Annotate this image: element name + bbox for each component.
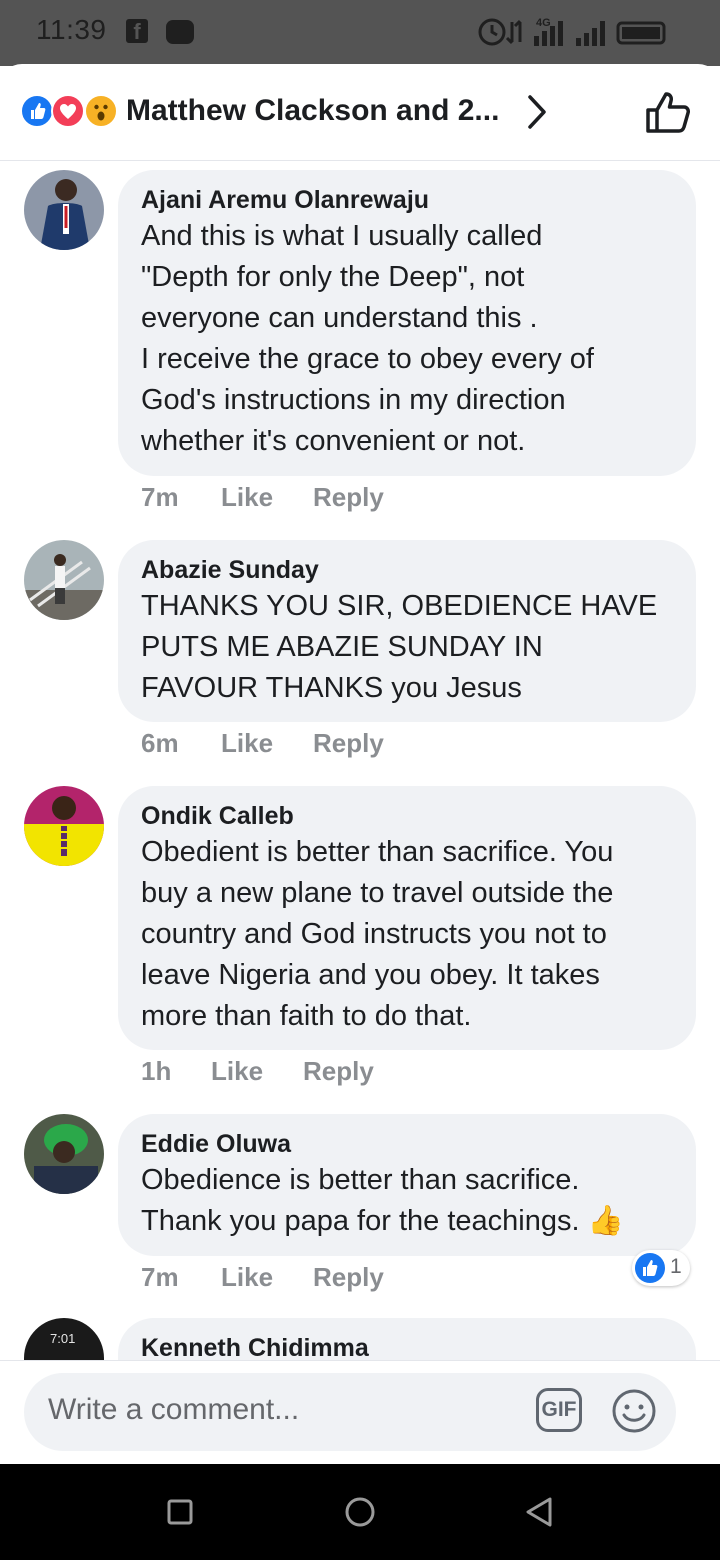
signal-bar-4 [558,21,563,46]
comment-input[interactable]: Write a comment... [48,1393,299,1427]
system-nav-bar [0,1464,720,1560]
like-link[interactable]: Like [221,482,273,513]
like-link[interactable]: Like [211,1056,263,1087]
signal-bar-3 [550,26,555,46]
status-time: 11:39 [36,14,107,45]
signal-bar-1 [534,36,539,46]
status-bar: 11:39 f 4G [0,0,720,66]
like-link[interactable]: Like [221,1262,273,1293]
comment-time: 1h [141,1056,172,1086]
reaction-count: 1 [670,1255,682,1278]
love-reaction-icon [51,94,85,128]
comment-bubble[interactable]: Abazie Sunday THANKS YOU SIR, OBEDIENCE … [118,540,696,722]
comment-text: Obedience is better than sacrifice. Than… [141,1164,624,1237]
game-controller-icon [166,20,194,44]
status-icons: 4G [478,17,666,46]
comment-bubble[interactable]: Ajani Aremu Olanrewaju And this is what … [118,170,696,476]
comment-text: And this is what I usually called "Depth… [141,220,594,457]
signal2-bar-3 [592,28,597,46]
comment-author[interactable]: Ajani Aremu Olanrewaju [141,184,672,216]
signal-bar-2 [542,31,547,46]
reply-link[interactable]: Reply [313,1262,384,1293]
data-arrows-icon [505,19,522,45]
comment-time: 7m [141,1262,179,1292]
back-icon[interactable] [524,1496,554,1528]
reactors-title[interactable]: Matthew Clackson and 2... [126,94,499,128]
avatar[interactable] [24,170,104,250]
chevron-right-icon[interactable] [524,92,552,132]
avatar[interactable] [24,786,104,866]
avatar[interactable] [24,1114,104,1194]
comment-text: Obedient is better than sacrifice. You b… [141,836,614,1032]
comment-composer: Write a comment... GIF [0,1360,720,1465]
like-reaction-icon [635,1253,665,1283]
like-link[interactable]: Like [221,728,273,759]
home-icon[interactable] [344,1496,376,1528]
gif-button[interactable]: GIF [536,1388,582,1432]
comment-author[interactable]: Eddie Oluwa [141,1128,672,1160]
like-reaction-icon [20,94,54,128]
comment-time: 7m [141,482,179,512]
reply-link[interactable]: Reply [303,1056,374,1087]
reaction-count-badge[interactable]: 1 [632,1250,690,1286]
like-outline-icon[interactable] [644,90,692,134]
recents-icon[interactable] [166,1498,194,1526]
reactions-header[interactable]: Matthew Clackson and 2... [0,64,720,161]
reply-link[interactable]: Reply [313,728,384,759]
wow-reaction-icon [84,94,118,128]
avatar[interactable] [24,540,104,620]
signal2-bar-2 [584,33,589,46]
comment-time: 6m [141,728,179,758]
comment-text: THANKS YOU SIR, OBEDIENCE HAVE PUTS ME A… [141,590,658,704]
signal2-bar-1 [576,38,581,46]
facebook-notification-icon: f [126,19,148,44]
comment-author[interactable]: Abazie Sunday [141,554,672,586]
comment-author[interactable]: Ondik Calleb [141,800,672,832]
emoji-icon[interactable] [610,1387,658,1435]
comment-input-box[interactable]: Write a comment... GIF [24,1373,676,1451]
reply-link[interactable]: Reply [313,482,384,513]
comment-bubble[interactable]: Ondik Calleb Obedient is better than sac… [118,786,696,1050]
comment-bubble[interactable]: Eddie Oluwa Obedience is better than sac… [118,1114,696,1256]
comment-author[interactable]: Kenneth Chidimma [141,1332,672,1360]
svg-text:4G: 4G [536,17,551,29]
comment-bubble[interactable]: Kenneth Chidimma [118,1318,696,1360]
signal2-bar-4 [600,21,605,46]
svg-text:7:01: 7:01 [50,1331,75,1346]
